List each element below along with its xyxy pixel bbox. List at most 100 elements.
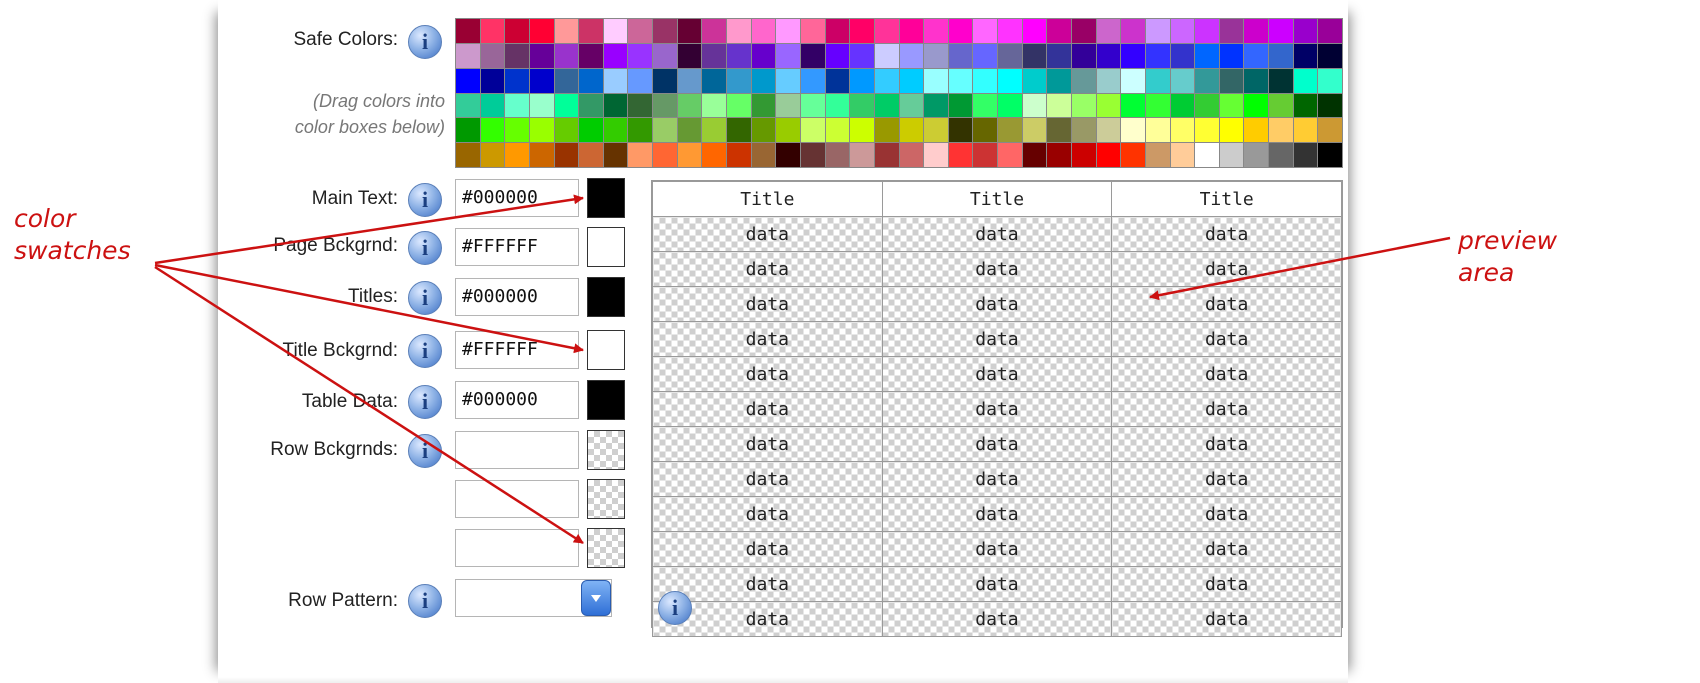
palette-color-chip[interactable] [800, 93, 825, 118]
palette-color-chip[interactable] [1318, 118, 1342, 143]
palette-color-chip[interactable] [505, 68, 529, 93]
palette-color-chip[interactable] [1219, 118, 1244, 143]
palette-color-chip[interactable] [973, 68, 998, 93]
table-data-color-field[interactable]: #000000 [455, 381, 579, 419]
row-bckgrnd-field-1[interactable] [455, 431, 579, 469]
palette-color-chip[interactable] [1219, 19, 1244, 43]
palette-color-chip[interactable] [1022, 68, 1047, 93]
palette-color-chip[interactable] [1195, 143, 1219, 167]
palette-color-chip[interactable] [702, 43, 727, 68]
palette-color-chip[interactable] [529, 118, 554, 143]
palette-color-chip[interactable] [1071, 19, 1096, 43]
palette-color-chip[interactable] [776, 118, 800, 143]
palette-color-chip[interactable] [1096, 93, 1121, 118]
palette-color-chip[interactable] [702, 68, 727, 93]
info-icon[interactable]: i [408, 434, 442, 468]
palette-color-chip[interactable] [1071, 143, 1096, 167]
palette-color-chip[interactable] [899, 93, 924, 118]
palette-color-chip[interactable] [973, 19, 998, 43]
palette-color-chip[interactable] [874, 19, 899, 43]
palette-color-chip[interactable] [653, 43, 677, 68]
palette-color-chip[interactable] [1269, 143, 1293, 167]
palette-color-chip[interactable] [505, 93, 529, 118]
palette-color-chip[interactable] [727, 68, 751, 93]
palette-color-chip[interactable] [677, 118, 702, 143]
palette-color-chip[interactable] [1269, 19, 1293, 43]
info-icon[interactable]: i [408, 385, 442, 419]
info-icon[interactable]: i [408, 334, 442, 368]
palette-color-chip[interactable] [628, 118, 653, 143]
palette-color-chip[interactable] [603, 68, 628, 93]
palette-color-chip[interactable] [505, 43, 529, 68]
palette-color-chip[interactable] [874, 118, 899, 143]
palette-color-chip[interactable] [456, 19, 480, 43]
info-icon[interactable]: i [408, 584, 442, 618]
palette-color-chip[interactable] [1293, 43, 1318, 68]
palette-color-chip[interactable] [1244, 43, 1269, 68]
palette-color-chip[interactable] [1293, 93, 1318, 118]
palette-color-chip[interactable] [1195, 68, 1219, 93]
palette-color-chip[interactable] [1318, 43, 1342, 68]
palette-color-chip[interactable] [1047, 93, 1071, 118]
palette-color-chip[interactable] [702, 118, 727, 143]
palette-color-chip[interactable] [579, 43, 603, 68]
palette-color-chip[interactable] [825, 19, 850, 43]
palette-color-chip[interactable] [1096, 68, 1121, 93]
palette-color-chip[interactable] [948, 19, 973, 43]
palette-color-chip[interactable] [1170, 118, 1195, 143]
palette-color-chip[interactable] [480, 118, 505, 143]
palette-color-chip[interactable] [579, 143, 603, 167]
palette-color-chip[interactable] [1145, 19, 1170, 43]
row-bckgrnd-swatch-2[interactable] [587, 479, 625, 519]
palette-color-chip[interactable] [677, 143, 702, 167]
palette-color-chip[interactable] [825, 43, 850, 68]
info-icon[interactable]: i [408, 183, 442, 217]
palette-color-chip[interactable] [998, 143, 1022, 167]
palette-color-chip[interactable] [973, 143, 998, 167]
palette-color-chip[interactable] [1219, 43, 1244, 68]
palette-color-chip[interactable] [1244, 143, 1269, 167]
palette-color-chip[interactable] [1293, 118, 1318, 143]
chevron-down-icon[interactable] [581, 580, 611, 616]
palette-color-chip[interactable] [554, 68, 579, 93]
palette-color-chip[interactable] [1318, 93, 1342, 118]
safe-colors-palette[interactable] [455, 18, 1343, 168]
palette-color-chip[interactable] [529, 93, 554, 118]
palette-color-chip[interactable] [1121, 43, 1145, 68]
palette-color-chip[interactable] [529, 19, 554, 43]
palette-color-chip[interactable] [1244, 118, 1269, 143]
palette-color-chip[interactable] [1219, 68, 1244, 93]
palette-color-chip[interactable] [653, 19, 677, 43]
palette-color-chip[interactable] [1170, 93, 1195, 118]
palette-color-chip[interactable] [751, 43, 776, 68]
palette-color-chip[interactable] [1096, 19, 1121, 43]
palette-color-chip[interactable] [677, 93, 702, 118]
palette-color-chip[interactable] [529, 143, 554, 167]
page-bckgrnd-color-field[interactable]: #FFFFFF [455, 228, 579, 266]
palette-color-chip[interactable] [800, 43, 825, 68]
palette-color-chip[interactable] [1170, 68, 1195, 93]
palette-color-chip[interactable] [1318, 19, 1342, 43]
palette-color-chip[interactable] [1022, 118, 1047, 143]
palette-color-chip[interactable] [653, 93, 677, 118]
palette-color-chip[interactable] [456, 43, 480, 68]
palette-color-chip[interactable] [480, 143, 505, 167]
info-icon[interactable]: i [658, 591, 692, 625]
palette-color-chip[interactable] [1047, 118, 1071, 143]
palette-color-chip[interactable] [727, 43, 751, 68]
palette-color-chip[interactable] [825, 143, 850, 167]
palette-color-chip[interactable] [973, 93, 998, 118]
palette-color-chip[interactable] [1022, 93, 1047, 118]
palette-color-chip[interactable] [1244, 19, 1269, 43]
palette-color-chip[interactable] [948, 118, 973, 143]
palette-color-chip[interactable] [1269, 43, 1293, 68]
palette-color-chip[interactable] [1145, 43, 1170, 68]
palette-color-chip[interactable] [850, 93, 874, 118]
palette-color-chip[interactable] [1096, 118, 1121, 143]
row-bckgrnd-swatch-1[interactable] [587, 430, 625, 470]
palette-color-chip[interactable] [1121, 93, 1145, 118]
palette-color-chip[interactable] [1318, 68, 1342, 93]
palette-color-chip[interactable] [1145, 118, 1170, 143]
info-icon[interactable]: i [408, 231, 442, 265]
palette-color-chip[interactable] [727, 143, 751, 167]
